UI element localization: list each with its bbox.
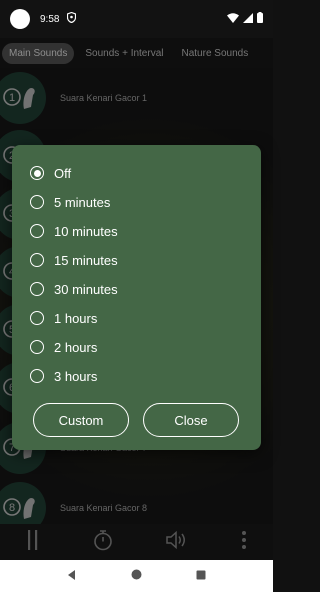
back-icon[interactable] [67, 567, 77, 585]
radio-button[interactable] [30, 311, 44, 325]
radio-button[interactable] [30, 195, 44, 209]
sleep-timer-dialog: Off 5 minutes 10 minutes 15 minutes 30 m… [12, 145, 261, 450]
timer-option-label: 10 minutes [54, 223, 118, 239]
home-icon[interactable] [131, 567, 142, 585]
timer-option-label: Off [54, 165, 72, 181]
timer-option-2-hours[interactable]: 2 hours [30, 335, 97, 359]
timer-option-off[interactable]: Off [30, 161, 71, 185]
radio-button[interactable] [30, 369, 44, 383]
timer-option-label: 2 hours [54, 339, 98, 355]
custom-button[interactable]: Custom [33, 403, 129, 437]
timer-option-1-hours[interactable]: 1 hours [30, 306, 97, 330]
timer-option-10-minutes[interactable]: 10 minutes [30, 219, 118, 243]
radio-button[interactable] [30, 282, 44, 296]
radio-button-selected[interactable] [30, 166, 44, 180]
timer-option-label: 30 minutes [54, 281, 118, 297]
status-bar: 9:58 [0, 0, 273, 38]
timer-option-5-minutes[interactable]: 5 minutes [30, 190, 110, 214]
close-button[interactable]: Close [143, 403, 239, 437]
status-time: 9:58 [40, 13, 60, 25]
radio-button[interactable] [30, 340, 44, 354]
recents-icon[interactable] [196, 567, 206, 585]
system-navigation-bar [0, 560, 273, 592]
signal-icon [243, 10, 253, 28]
battery-icon [257, 10, 263, 28]
timer-option-label: 3 hours [54, 368, 98, 384]
radio-button[interactable] [30, 224, 44, 238]
radio-button[interactable] [30, 253, 44, 267]
timer-option-15-minutes[interactable]: 15 minutes [30, 248, 118, 272]
timer-option-3-hours[interactable]: 3 hours [30, 364, 97, 388]
wifi-icon [227, 10, 239, 28]
timer-option-label: 5 minutes [54, 194, 111, 210]
timer-option-label: 15 minutes [54, 252, 118, 268]
notification-dot-icon [10, 9, 30, 29]
timer-option-30-minutes[interactable]: 30 minutes [30, 277, 118, 301]
shield-icon [67, 11, 77, 26]
timer-option-label: 1 hours [54, 310, 98, 326]
